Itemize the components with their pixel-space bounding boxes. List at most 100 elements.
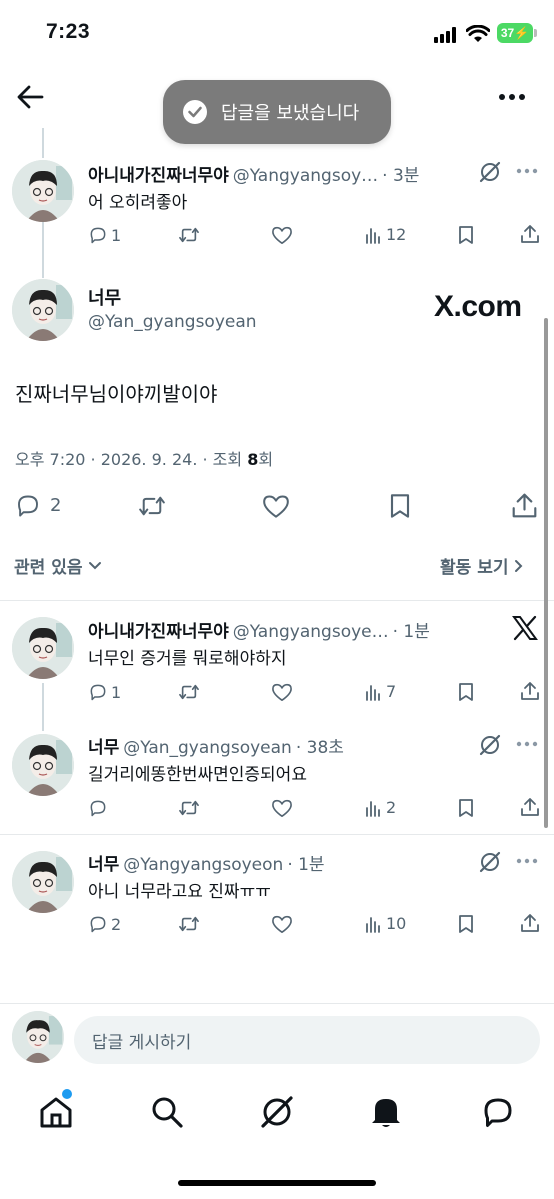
- heart-icon: [263, 495, 289, 518]
- reply-icon: [90, 227, 106, 244]
- display-name[interactable]: 아니내가진짜너무야: [88, 161, 229, 186]
- tweet-text: 길거리에똥한번싸면인증되어요: [88, 765, 307, 785]
- avatar[interactable]: [12, 851, 74, 913]
- tweet-text: 어 오히려좋아: [88, 193, 188, 213]
- retweet-icon: [179, 227, 199, 243]
- display-name[interactable]: 너무: [88, 284, 121, 310]
- reply-icon: [90, 800, 106, 817]
- reply-button[interactable]: 1: [88, 225, 121, 245]
- reply-button[interactable]: 2: [14, 492, 61, 519]
- reply-button[interactable]: 2: [88, 914, 121, 934]
- view-count: 12: [386, 225, 407, 244]
- retweet-button[interactable]: [136, 493, 168, 519]
- more-options-icon[interactable]: [498, 93, 526, 101]
- divider: [0, 834, 554, 835]
- my-avatar[interactable]: [12, 1011, 64, 1063]
- reply-button[interactable]: 1: [88, 682, 121, 702]
- thread-line: [42, 683, 44, 731]
- tweet-header: 너무 @Yan_gyangsoyean · 38초: [88, 733, 344, 758]
- like-button[interactable]: [271, 225, 293, 245]
- sort-replies-dropdown[interactable]: 관련 있음: [14, 553, 102, 578]
- retweet-button[interactable]: [178, 682, 200, 702]
- home-indicator: [178, 1180, 376, 1186]
- bookmark-button[interactable]: [457, 225, 475, 245]
- view-count: 7: [386, 682, 397, 701]
- like-button[interactable]: [271, 914, 293, 934]
- share-icon: [521, 225, 539, 243]
- bookmark-icon: [459, 799, 473, 817]
- like-button[interactable]: [271, 682, 293, 702]
- reply-count: 2: [111, 914, 122, 934]
- views-button[interactable]: 12: [365, 225, 406, 244]
- more-options-icon[interactable]: [516, 168, 538, 174]
- clock: 7:23: [46, 20, 91, 43]
- tweet-text: 너무인 증거를 뭐로해야하지: [88, 649, 287, 669]
- messages-icon[interactable]: [480, 1094, 516, 1130]
- views-icon: [366, 916, 380, 933]
- grok-icon[interactable]: [478, 850, 502, 874]
- display-name[interactable]: 너무: [88, 733, 119, 758]
- retweet-icon: [179, 800, 199, 816]
- tweet-header: 아니내가진짜너무야 @Yangyangsoye… · 1분: [88, 617, 430, 642]
- home-icon[interactable]: [38, 1094, 74, 1130]
- grok-icon[interactable]: [478, 733, 502, 757]
- retweet-button[interactable]: [178, 798, 200, 818]
- share-icon: [521, 914, 539, 932]
- view-activity-link[interactable]: 활동 보기: [440, 553, 524, 578]
- bookmark-button[interactable]: [388, 492, 412, 520]
- grok-icon[interactable]: [478, 160, 502, 184]
- avatar[interactable]: [12, 160, 74, 222]
- grok-icon[interactable]: [259, 1094, 295, 1130]
- tweet-text: 아니 너무라고요 진짜ㅠㅠ: [88, 882, 271, 902]
- handle[interactable]: @Yan_gyangsoyean: [88, 312, 257, 332]
- view-count: 2: [386, 798, 397, 817]
- wifi-icon: [466, 25, 490, 43]
- avatar[interactable]: [12, 279, 74, 341]
- more-options-icon[interactable]: [516, 858, 538, 864]
- handle[interactable]: @Yangyangsoyeon: [123, 855, 283, 875]
- like-button[interactable]: [261, 493, 291, 519]
- handle[interactable]: @Yangyangsoy…: [233, 166, 378, 186]
- back-arrow-icon[interactable]: [16, 84, 44, 110]
- share-button[interactable]: [520, 681, 540, 701]
- bookmark-button[interactable]: [457, 682, 475, 702]
- views-button[interactable]: 2: [365, 798, 396, 817]
- avatar[interactable]: [12, 734, 74, 796]
- chevron-down-icon: [89, 561, 102, 569]
- views-button[interactable]: 10: [365, 914, 406, 933]
- view-count: 10: [386, 914, 407, 933]
- search-icon[interactable]: [150, 1095, 184, 1129]
- divider: [0, 1003, 554, 1004]
- display-name[interactable]: 아니내가진짜너무야: [88, 617, 229, 642]
- display-name[interactable]: 너무: [88, 850, 119, 875]
- share-button[interactable]: [520, 797, 540, 817]
- share-button[interactable]: [511, 492, 538, 519]
- share-button[interactable]: [520, 224, 540, 244]
- reply-button[interactable]: [88, 798, 111, 818]
- handle[interactable]: @Yangyangsoye…: [233, 622, 389, 642]
- reply-input[interactable]: 답글 게시하기: [74, 1016, 540, 1064]
- more-options-icon[interactable]: [516, 741, 538, 747]
- reply-icon: [18, 495, 38, 517]
- views-button[interactable]: 7: [365, 682, 396, 701]
- like-button[interactable]: [271, 798, 293, 818]
- bookmark-icon: [390, 494, 410, 518]
- scrollbar[interactable]: [544, 318, 548, 828]
- share-button[interactable]: [520, 913, 540, 933]
- share-icon: [521, 682, 539, 700]
- handle[interactable]: @Yan_gyangsoyean: [123, 738, 292, 758]
- bookmark-button[interactable]: [457, 798, 475, 818]
- retweet-button[interactable]: [178, 914, 200, 934]
- sort-label: 관련 있음: [14, 558, 83, 578]
- battery-level: 37: [500, 26, 515, 40]
- retweet-icon: [179, 684, 199, 700]
- thread-line: [42, 222, 44, 278]
- chevron-right-icon: [515, 559, 523, 572]
- bookmark-button[interactable]: [457, 914, 475, 934]
- avatar[interactable]: [12, 617, 74, 679]
- retweet-button[interactable]: [178, 225, 200, 245]
- x-watermark: X.com: [434, 290, 522, 323]
- views-icon: [366, 684, 380, 701]
- notifications-icon[interactable]: [369, 1094, 403, 1130]
- views-suffix: 회: [258, 450, 274, 469]
